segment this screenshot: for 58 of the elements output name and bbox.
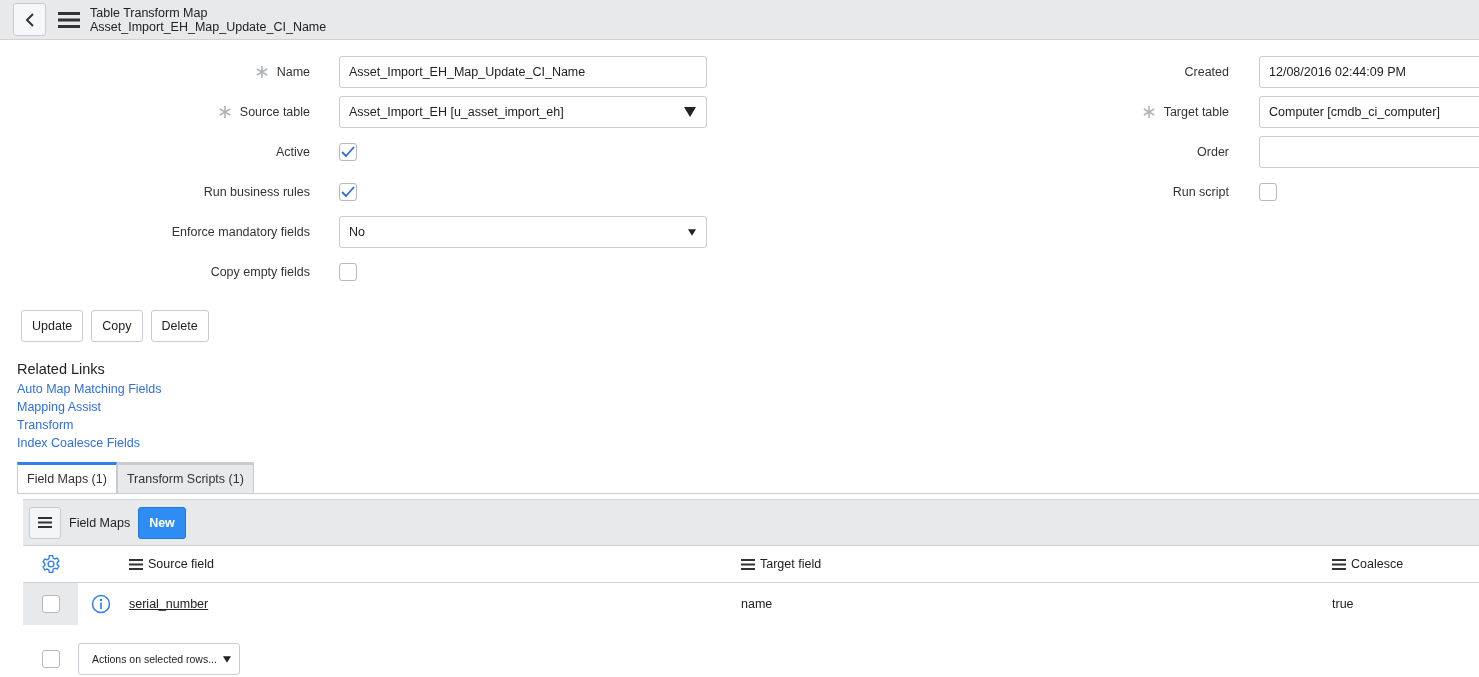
form-button[interactable]: Update: [21, 310, 84, 342]
field-label: Active: [275, 145, 310, 159]
text-field[interactable]: 12/08/2016 02:44:09 PM: [1259, 56, 1479, 88]
info-icon[interactable]: [91, 594, 111, 614]
required-icon: [254, 65, 269, 79]
section-heading: Related Links: [17, 360, 105, 378]
caret-icon: [223, 655, 231, 663]
form-button[interactable]: Delete: [150, 310, 209, 342]
field-label: Source table: [239, 105, 310, 119]
list-title: Field Maps: [69, 515, 131, 530]
form-button[interactable]: Copy: [91, 310, 143, 342]
checkbox[interactable]: [1259, 183, 1277, 201]
field-label: Target table: [1163, 105, 1229, 119]
caret-icon: [684, 107, 696, 117]
column-header[interactable]: Source field: [148, 557, 214, 571]
table-cell: true: [1332, 597, 1354, 611]
related-link[interactable]: Transform: [17, 416, 74, 434]
text-field[interactable]: Asset_Import_EH_Map_Update_CI_Name: [339, 56, 707, 88]
back-icon: [24, 12, 35, 27]
column-header[interactable]: Target field: [760, 557, 822, 571]
checkbox[interactable]: [339, 263, 357, 281]
back-button[interactable]: [13, 3, 46, 36]
select-field[interactable]: Asset_Import_EH [u_asset_import_eh]: [339, 96, 707, 128]
required-icon: [1141, 105, 1156, 119]
field-label: Run script: [1172, 185, 1229, 199]
table-cell: name: [741, 597, 773, 611]
text-field[interactable]: [1259, 136, 1479, 168]
list-menu-button[interactable]: [29, 506, 61, 539]
page-title: Table Transform Map: [90, 5, 209, 20]
required-icon: [217, 105, 232, 119]
field-label: Enforce mandatory fields: [171, 225, 310, 239]
text-field[interactable]: Computer [cmdb_ci_computer]: [1259, 96, 1479, 128]
select-field[interactable]: No: [339, 216, 707, 248]
related-link[interactable]: Auto Map Matching Fields: [17, 380, 162, 398]
caret-icon: [688, 228, 696, 236]
column-header[interactable]: Coalesce: [1351, 557, 1404, 571]
row-checkbox[interactable]: [41, 595, 60, 613]
actions-dropdown[interactable]: Actions on selected rows...: [78, 643, 240, 675]
field-label: Order: [1197, 145, 1229, 159]
checkbox[interactable]: [339, 183, 357, 201]
field-label: Created: [1184, 65, 1229, 79]
checkbox[interactable]: [339, 143, 357, 161]
field-label: Copy empty fields: [210, 265, 310, 279]
record-link[interactable]: serial_number: [129, 597, 209, 611]
column-menu-icon[interactable]: [1332, 558, 1346, 570]
column-menu-icon[interactable]: [741, 558, 755, 570]
tab[interactable]: Transform Scripts (1): [116, 462, 254, 493]
column-menu-icon[interactable]: [129, 558, 143, 570]
menu-icon: [38, 517, 52, 528]
field-label: Name: [276, 65, 310, 79]
tab[interactable]: Field Maps (1): [17, 462, 117, 493]
settings-icon[interactable]: [40, 554, 61, 574]
field-label: Run business rules: [203, 185, 310, 199]
related-link[interactable]: Index Coalesce Fields: [17, 434, 140, 452]
record-name: Asset_Import_EH_Map_Update_CI_Name: [90, 19, 327, 34]
related-link[interactable]: Mapping Assist: [17, 398, 102, 416]
select-all-checkbox[interactable]: [41, 650, 60, 668]
menu-icon[interactable]: [58, 11, 80, 28]
